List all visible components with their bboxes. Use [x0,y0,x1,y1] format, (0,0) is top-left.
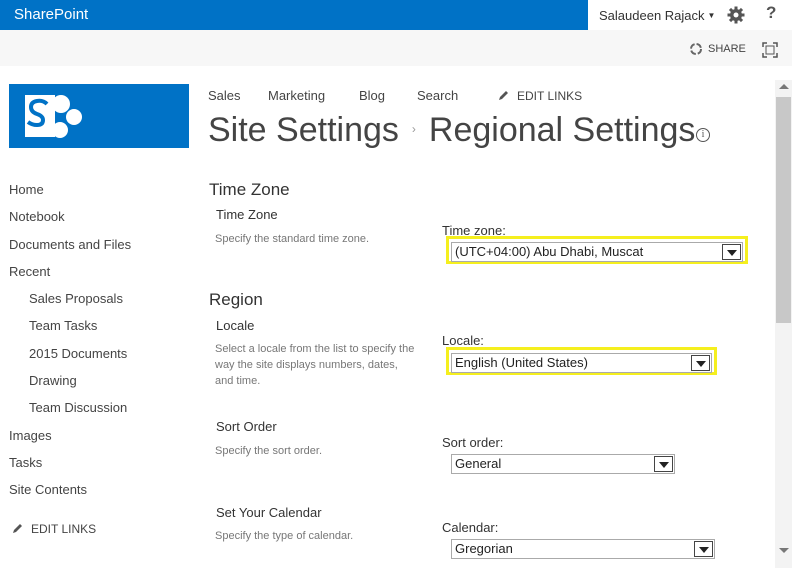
topnav-item-sales[interactable]: Sales [208,88,241,103]
pencil-icon [499,91,508,100]
leftnav-item-home[interactable]: Home [9,182,44,197]
leftnav-item-images[interactable]: Images [9,428,52,443]
user-menu[interactable]: Salaudeen Rajack ▼ [599,0,715,30]
timezone-description: Specify the standard time zone. [215,233,370,245]
sortorder-select-value: General [455,456,502,471]
leftnav-edit-links[interactable]: EDIT LINKS [11,522,96,536]
info-icon[interactable]: i [696,128,710,142]
breadcrumb-site-settings[interactable]: Site Settings [208,111,399,149]
app-brand-link[interactable]: SharePoint [0,0,588,30]
leftnav-recent-team-tasks[interactable]: Team Tasks [29,318,97,333]
page-title: Site Settings › Regional Settings [208,111,695,150]
sortorder-select[interactable]: General [451,454,675,474]
suite-bar: SharePoint Salaudeen Rajack ▼ ? [0,0,792,30]
topnav-item-search[interactable]: Search [417,88,458,103]
sortorder-description: Specify the sort order. [215,445,322,457]
topnav-edit-links[interactable]: EDIT LINKS [497,89,582,103]
region-heading: Region [209,290,263,309]
timezone-heading: Time Zone [209,180,290,199]
locale-select[interactable]: English (United States) [451,353,712,373]
share-label: SHARE [708,43,746,55]
leftnav-recent-drawing[interactable]: Drawing [29,373,77,388]
leftnav-item-documents[interactable]: Documents and Files [9,237,131,252]
user-name: Salaudeen Rajack [599,8,705,23]
chevron-down-icon [691,355,710,371]
calendar-select[interactable]: Gregorian [451,539,715,559]
sortorder-field-label: Sort order: [442,435,504,450]
locale-description: Select a locale from the list to specify… [215,343,415,387]
scroll-down-icon[interactable] [779,548,789,553]
leftnav-recent-team-discussion[interactable]: Team Discussion [29,400,127,415]
help-icon[interactable]: ? [766,3,776,23]
calendar-description: Specify the type of calendar. [215,530,354,542]
leftnav-item-tasks[interactable]: Tasks [9,455,42,470]
sharepoint-logo-icon [25,95,82,138]
chevron-down-icon: ▼ [707,11,716,20]
chevron-down-icon [694,541,713,557]
locale-label: Locale [216,318,255,333]
chevron-down-icon [722,244,741,260]
timezone-select-value: (UTC+04:00) Abu Dhabi, Muscat [455,244,644,259]
timezone-select[interactable]: (UTC+04:00) Abu Dhabi, Muscat [451,242,743,262]
share-icon [690,43,702,55]
ribbon [0,30,792,66]
pencil-icon [13,524,22,533]
scrollbar-thumb[interactable] [776,97,791,323]
topnav-item-marketing[interactable]: Marketing [268,88,325,103]
leftnav-item-notebook[interactable]: Notebook [9,209,65,224]
locale-select-value: English (United States) [455,355,588,370]
leftnav-recent-sales-proposals[interactable]: Sales Proposals [29,291,123,306]
share-button[interactable]: SHARE [689,42,746,56]
locale-field-label: Locale: [442,333,484,348]
topnav-item-blog[interactable]: Blog [359,88,385,103]
leftnav-item-recent[interactable]: Recent [9,264,50,279]
focus-on-content-icon[interactable] [762,42,778,58]
breadcrumb-current: Regional Settings [428,111,696,149]
timezone-label: Time Zone [216,207,278,222]
scroll-up-icon[interactable] [779,84,789,89]
calendar-field-label: Calendar: [442,520,499,535]
sortorder-label: Sort Order [216,419,277,434]
chevron-down-icon [654,456,673,472]
site-logo[interactable] [9,84,189,148]
leftnav-item-site-contents[interactable]: Site Contents [9,482,87,497]
leftnav-recent-2015-documents[interactable]: 2015 Documents [29,346,127,361]
calendar-label: Set Your Calendar [216,505,322,520]
calendar-select-value: Gregorian [455,541,513,556]
topnav-edit-links-label: EDIT LINKS [517,89,583,103]
gear-icon[interactable] [727,6,745,24]
breadcrumb-separator: › [411,122,416,136]
leftnav-edit-links-label: EDIT LINKS [31,522,97,536]
